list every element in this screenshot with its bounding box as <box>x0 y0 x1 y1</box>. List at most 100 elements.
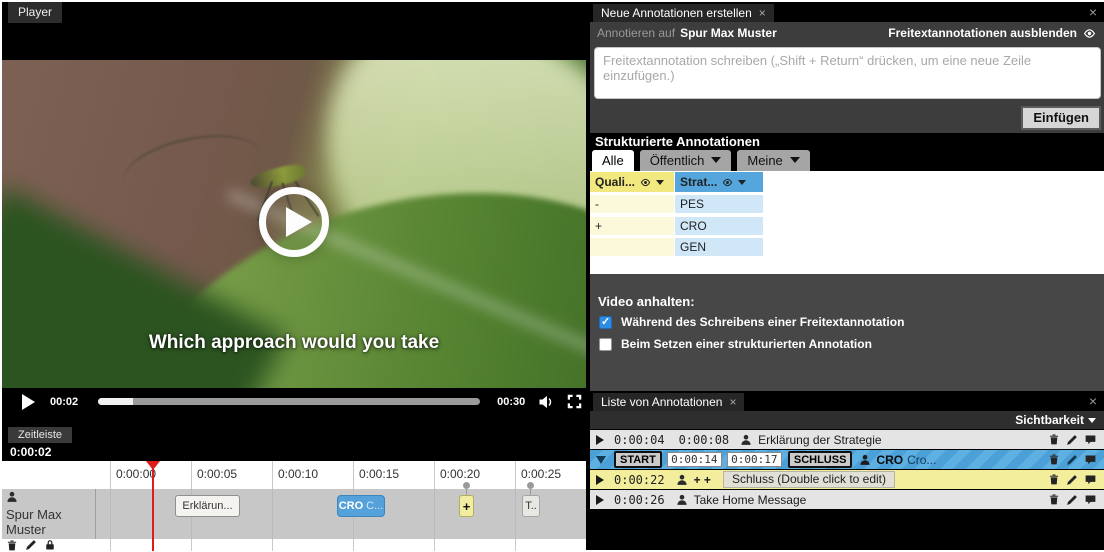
gridline <box>515 461 516 551</box>
video-frame[interactable]: Which approach would you take <box>2 60 586 388</box>
tab-label: Neue Annotationen erstellen <box>601 6 752 20</box>
insert-button[interactable]: Einfügen <box>1021 106 1101 130</box>
chevron-down-icon[interactable] <box>596 456 606 464</box>
tick-label: 0:00:05 <box>197 467 237 481</box>
start-time-input[interactable] <box>667 452 722 467</box>
cell-strat-pes[interactable]: PES <box>675 195 763 213</box>
chevron-down-icon[interactable] <box>738 180 746 185</box>
close-tab-icon[interactable]: × <box>759 6 766 20</box>
annotation-chip-cro[interactable]: CROC... <box>337 495 385 517</box>
play-overlay-button[interactable] <box>259 187 329 257</box>
column-header-strat[interactable]: Strat... <box>675 172 763 192</box>
person-icon <box>676 474 688 486</box>
pause-option-freetext: Während des Schreibens einer Freitextann… <box>599 315 904 329</box>
delete-icon[interactable] <box>1048 433 1060 446</box>
tab-liste-von-annotationen[interactable]: Liste von Annotationen × <box>593 393 744 412</box>
cell-quali-empty[interactable] <box>590 238 674 256</box>
pause-option-structured-label: Beim Setzen einer strukturierten Annotat… <box>621 337 872 351</box>
annotation-chip-plus[interactable]: + <box>459 495 474 517</box>
freetext-form: Einfügen <box>590 44 1104 133</box>
person-icon <box>6 491 18 503</box>
tab-label: Liste von Annotationen <box>601 395 722 409</box>
play-icon <box>286 207 312 237</box>
visibility-menu[interactable]: Sichtbarkeit <box>590 411 1104 429</box>
row-start-time: 0:00:04 <box>614 433 665 447</box>
annotate-track-name: Spur Max Muster <box>680 26 777 40</box>
checkbox-unchecked[interactable] <box>599 338 612 351</box>
playhead[interactable] <box>152 461 154 551</box>
eye-icon[interactable] <box>639 177 652 188</box>
annotation-row-take-home[interactable]: 0:00:26 Take Home Message <box>590 490 1104 509</box>
edit-icon[interactable] <box>1066 454 1078 466</box>
row-plus-tags: + + <box>694 473 711 487</box>
freetext-input[interactable] <box>594 47 1101 99</box>
comment-icon[interactable] <box>1084 434 1097 446</box>
tick-label: 0:00:10 <box>278 467 318 481</box>
chevron-down-icon[interactable] <box>656 180 664 185</box>
edit-icon[interactable] <box>1066 434 1078 446</box>
chevron-down-icon <box>1088 418 1096 423</box>
track-name: Spur Max Muster <box>6 507 91 537</box>
chevron-right-icon[interactable] <box>596 435 604 445</box>
schluss-button[interactable]: SCHLUSS <box>788 451 853 468</box>
current-time: 00:02 <box>50 396 78 408</box>
checkbox-checked[interactable] <box>599 316 612 329</box>
edit-icon[interactable] <box>1066 474 1078 486</box>
row-start-time: 0:00:22 <box>614 473 665 487</box>
close-panel-icon[interactable]: × <box>1089 393 1097 409</box>
close-tab-icon[interactable]: × <box>729 395 736 409</box>
annotation-panels: Neue Annotationen erstellen × × Annotiere… <box>590 2 1104 550</box>
cell-strat-gen[interactable]: GEN <box>675 238 763 256</box>
structured-tabs: Alle Öffentlich Meine <box>590 150 810 171</box>
column-quali-label: Quali... <box>595 175 635 189</box>
annotate-target-bar: Annotieren auf Spur Max Muster Freitexta… <box>590 22 1104 44</box>
chip-cro-rest: C... <box>366 500 383 512</box>
tab-oeffentlich[interactable]: Öffentlich <box>640 150 732 171</box>
cell-strat-cro[interactable]: CRO <box>675 217 763 235</box>
edit-hint-box[interactable]: Schluss (Double click to edit) <box>723 471 895 488</box>
comment-icon[interactable] <box>1084 494 1097 506</box>
fullscreen-icon[interactable] <box>567 394 582 409</box>
gridline <box>110 461 111 551</box>
lock-track-icon[interactable] <box>44 539 56 552</box>
visibility-label: Sichtbarkeit <box>1015 413 1084 427</box>
volume-icon[interactable] <box>538 394 554 410</box>
structured-table-area: Quali... Strat... - PES + CRO GEN <box>590 171 1104 274</box>
column-header-quali[interactable]: Quali... <box>590 172 674 192</box>
delete-icon[interactable] <box>1048 453 1060 466</box>
tab-neue-annotationen[interactable]: Neue Annotationen erstellen × <box>593 4 774 23</box>
edit-icon[interactable] <box>1066 494 1078 506</box>
annotation-chip-erklaerung[interactable]: Erklärun... <box>175 495 240 517</box>
close-panel-icon[interactable]: × <box>1089 4 1097 20</box>
tab-oeffentlich-label: Öffentlich <box>650 153 705 168</box>
comment-icon[interactable] <box>1084 454 1097 466</box>
hide-freetext-label: Freitextannotationen ausblenden <box>888 26 1077 40</box>
edit-track-icon[interactable] <box>25 539 37 552</box>
start-button[interactable]: START <box>614 451 662 468</box>
tab-zeitleiste[interactable]: Zeitleiste <box>8 427 72 444</box>
playhead-handle[interactable] <box>146 461 160 470</box>
timeline-current-time: 0:00:02 <box>2 443 586 461</box>
chevron-right-icon[interactable] <box>596 475 604 485</box>
end-time-input[interactable] <box>727 452 782 467</box>
delete-icon[interactable] <box>1048 473 1060 486</box>
comment-icon[interactable] <box>1084 474 1097 486</box>
annotation-row-erklaerung[interactable]: 0:00:04 0:00:08 Erklärung der Strategie <box>590 430 1104 449</box>
tab-player[interactable]: Player <box>8 2 62 23</box>
eye-icon[interactable] <box>721 177 734 188</box>
delete-icon[interactable] <box>1048 493 1060 506</box>
cell-quali-minus[interactable]: - <box>590 195 674 213</box>
annotation-chip-t[interactable]: T.. <box>522 495 540 517</box>
tab-alle[interactable]: Alle <box>592 150 634 171</box>
video-subtitle: Which approach would you take <box>2 332 586 354</box>
tab-meine[interactable]: Meine <box>737 150 809 171</box>
cell-quali-plus[interactable]: + <box>590 217 674 235</box>
play-button[interactable] <box>22 394 35 410</box>
tick-label: 0:00:15 <box>359 467 399 481</box>
annotation-row-cro-selected[interactable]: START SCHLUSS CRO Cro... <box>590 450 1104 469</box>
seek-bar[interactable] <box>98 398 480 405</box>
hide-freetext-toggle[interactable]: Freitextannotationen ausblenden <box>888 26 1097 40</box>
annotation-row-schluss[interactable]: 0:00:22 + + Schluss (Double click to edi… <box>590 470 1104 489</box>
chevron-right-icon[interactable] <box>596 495 604 505</box>
delete-track-icon[interactable] <box>6 539 18 552</box>
